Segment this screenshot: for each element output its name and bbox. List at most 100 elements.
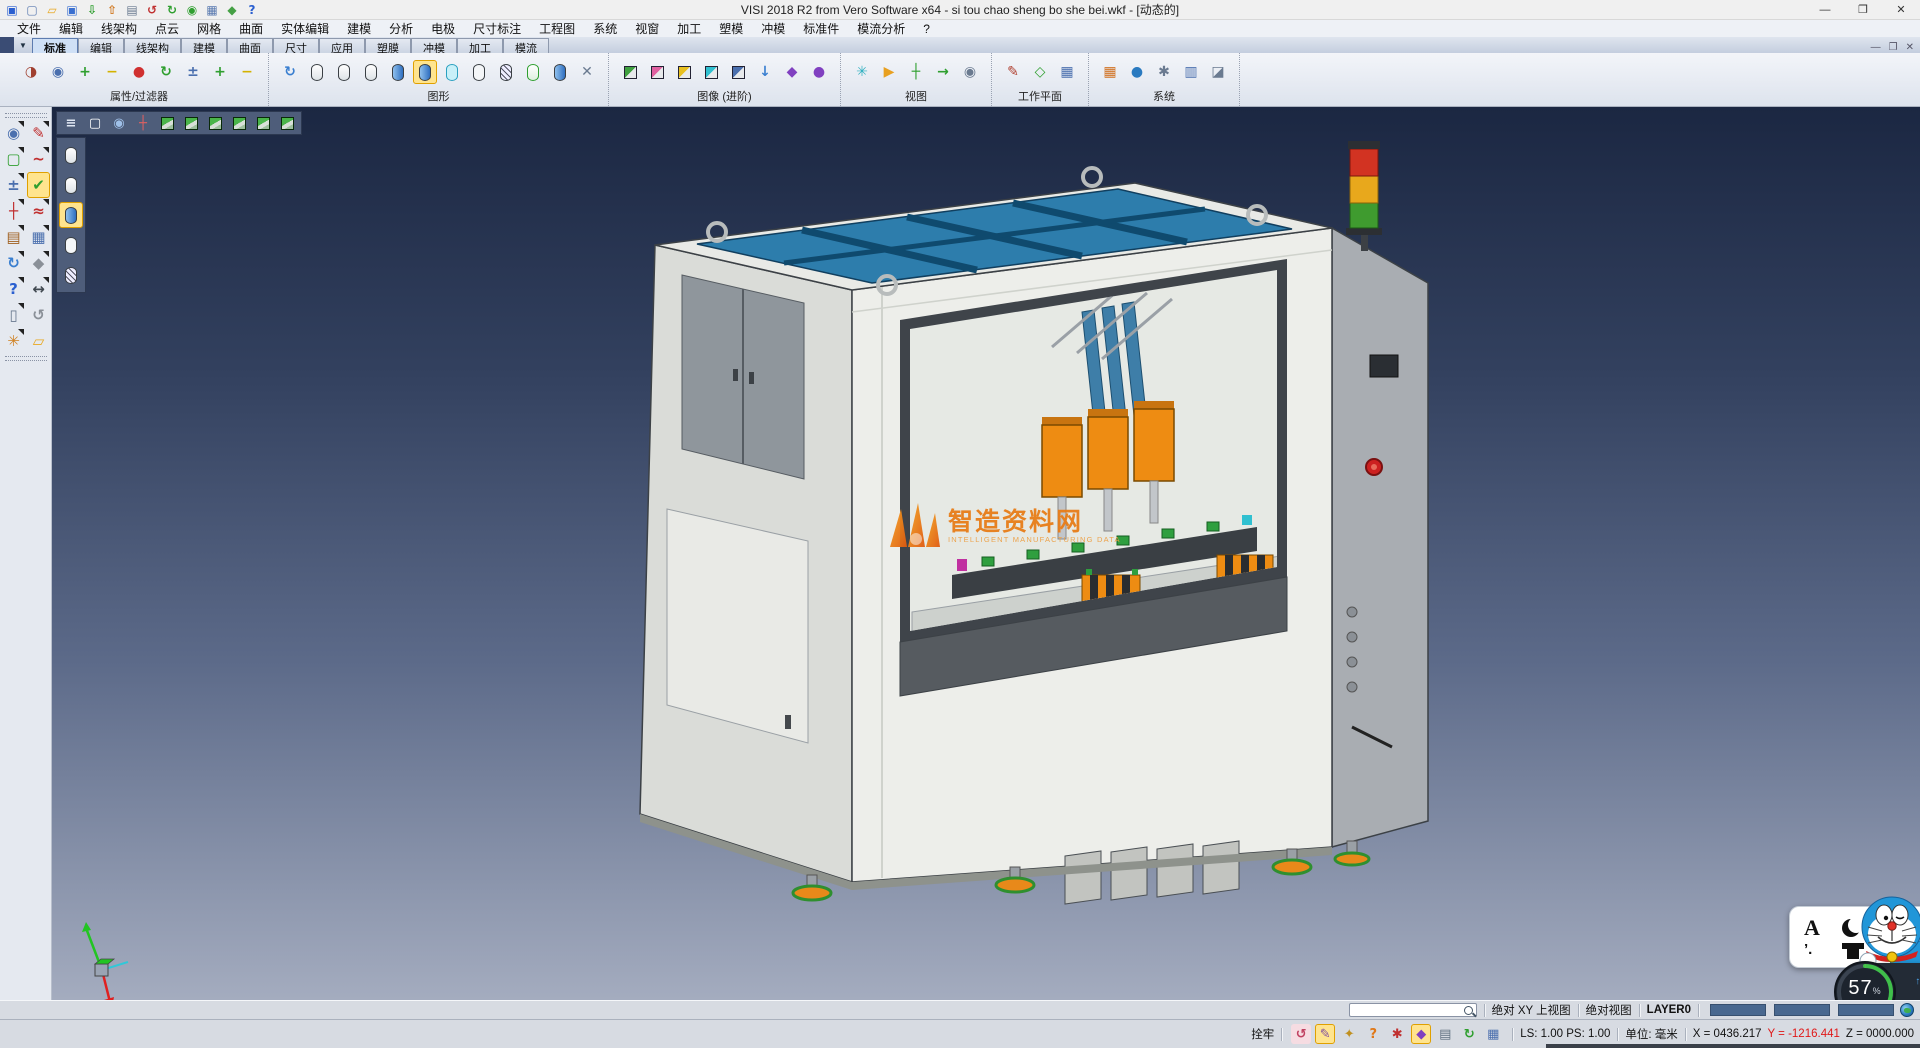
system-globe-icon[interactable]: ● (1125, 60, 1149, 84)
tab-建模[interactable]: 建模 (181, 38, 227, 53)
help-icon[interactable]: ? (244, 2, 260, 18)
menu-系统[interactable]: 系统 (584, 20, 626, 37)
render-pink-cube-icon[interactable] (645, 60, 669, 84)
view-cube-right-icon[interactable] (276, 113, 298, 133)
tab-标准[interactable]: 标准 (32, 38, 78, 53)
system-shade-icon[interactable]: ◪ (1206, 60, 1230, 84)
render-cyan-cube-icon[interactable] (699, 60, 723, 84)
net-speed-widget[interactable]: 57% ↑ 0.2 K/s ↓ 0 K/s (1838, 963, 1920, 1000)
hatched-cylinder-icon[interactable] (494, 60, 518, 84)
view-zoom-icon[interactable]: ◉ (108, 113, 130, 133)
menu-网格[interactable]: 网格 (188, 20, 230, 37)
system-table-icon[interactable]: ▥ (1179, 60, 1203, 84)
new-document-icon[interactable]: ▢ (24, 2, 40, 18)
sketch-edit-icon[interactable]: ✎ (27, 120, 50, 146)
menu-点云[interactable]: 点云 (146, 20, 188, 37)
mode-hatched-icon[interactable] (59, 262, 83, 288)
command-search-box[interactable] (1349, 1003, 1477, 1017)
mode-flat-icon[interactable] (59, 232, 83, 258)
measure-icon[interactable]: ↔ (27, 276, 50, 302)
workplane-edit-icon[interactable]: ✎ (1001, 60, 1025, 84)
open-folder-icon[interactable]: ▱ (44, 2, 60, 18)
filter-plusminus-icon[interactable]: ± (181, 60, 205, 84)
query-help-icon[interactable]: ? (1363, 1024, 1383, 1044)
tab-塑膜[interactable]: 塑膜 (365, 38, 411, 53)
window-grid-icon[interactable]: ▦ (1483, 1024, 1503, 1044)
maximize-button[interactable]: ❐ (1844, 0, 1882, 20)
render-cone-icon[interactable]: ◆ (780, 60, 804, 84)
layer-stack-icon[interactable]: ▤ (1435, 1024, 1455, 1044)
menu-曲面[interactable]: 曲面 (230, 20, 272, 37)
dashed-cylinder-icon[interactable] (359, 60, 383, 84)
visibility-refresh-icon[interactable]: ↻ (154, 60, 178, 84)
color-swatch-1[interactable] (1710, 1004, 1766, 1016)
axes-view-icon[interactable]: ┼ (904, 60, 928, 84)
menu-标准件[interactable]: 标准件 (794, 20, 848, 37)
system-settings-icon[interactable]: ✱ (1152, 60, 1176, 84)
view-cube-top-icon[interactable] (156, 113, 178, 133)
mdi-minimize-button[interactable]: — (1871, 42, 1881, 53)
export-folder-icon[interactable]: ▱ (27, 328, 50, 354)
hidden-line-cylinder-icon[interactable] (332, 60, 356, 84)
view-orientation-label[interactable]: 绝对 XY 上视图 (1492, 1002, 1571, 1018)
globe-icon[interactable] (1900, 1003, 1914, 1017)
tab-编辑[interactable]: 编辑 (78, 38, 124, 53)
help-tool-icon[interactable]: ? (2, 276, 25, 302)
menu-电极[interactable]: 电极 (422, 20, 464, 37)
solids-icon[interactable]: ◆ (224, 2, 240, 18)
render-yellow-cube-icon[interactable] (672, 60, 696, 84)
menu-线架构[interactable]: 线架构 (92, 20, 146, 37)
mode-shaded-icon[interactable] (59, 202, 83, 228)
save-icon[interactable]: ▣ (64, 2, 80, 18)
menu-编辑[interactable]: 编辑 (50, 20, 92, 37)
plane-select-icon[interactable]: ▢ (2, 146, 25, 172)
ucs-icon[interactable]: ┼ (2, 198, 25, 224)
menu-塑模[interactable]: 塑模 (710, 20, 752, 37)
export-icon[interactable]: ⇧ (104, 2, 120, 18)
mode-hidden-line-icon[interactable] (59, 172, 83, 198)
curve-edit-icon[interactable]: ~ (27, 146, 50, 172)
view-menu-icon[interactable]: ≡ (60, 113, 82, 133)
view-plane-icon[interactable]: ▢ (84, 113, 106, 133)
view-cube-left-icon[interactable] (252, 113, 274, 133)
attribute-add-icon[interactable]: + (208, 60, 232, 84)
undo-icon[interactable]: ↺ (144, 2, 160, 18)
scale-label[interactable]: LS: 1.00 PS: 1.00 (1520, 1028, 1610, 1040)
solid-cube-icon[interactable]: ◆ (27, 250, 50, 276)
undo-tool-icon[interactable]: ↺ (27, 302, 50, 328)
print-icon[interactable]: ▤ (124, 2, 140, 18)
redo-icon[interactable]: ↻ (164, 2, 180, 18)
flat-cylinder-icon[interactable] (467, 60, 491, 84)
render-blue-cube-icon[interactable] (726, 60, 750, 84)
display-tools-icon[interactable]: ✕ (575, 60, 599, 84)
tab-线架构[interactable]: 线架构 (124, 38, 181, 53)
filter-add-icon[interactable]: + (73, 60, 97, 84)
punctuation-icon[interactable]: ’. (1804, 941, 1812, 958)
snapshot-icon[interactable]: ◉ (184, 2, 200, 18)
window-pane-icon[interactable]: ▦ (27, 224, 50, 250)
app-icon[interactable]: ▣ (4, 2, 20, 18)
spin-view-icon[interactable]: ✳ (850, 60, 874, 84)
render-multi-cube-icon[interactable] (618, 60, 642, 84)
menu-工程图[interactable]: 工程图 (530, 20, 584, 37)
menu-文件[interactable]: 文件 (8, 20, 50, 37)
mdi-restore-button[interactable]: ❐ (1889, 42, 1898, 53)
render-sphere-icon[interactable]: ● (807, 60, 831, 84)
mdi-close-button[interactable]: ✕ (1906, 42, 1914, 53)
import-icon[interactable]: ⇩ (84, 2, 100, 18)
copy-view-cylinder-icon[interactable] (548, 60, 572, 84)
machine-3d-model[interactable] (52, 107, 1920, 1000)
menu-实体编辑[interactable]: 实体编辑 (272, 20, 338, 37)
menu-加工[interactable]: 加工 (668, 20, 710, 37)
tab-冲模[interactable]: 冲模 (411, 38, 457, 53)
delete-trash-icon[interactable]: ▯ (2, 302, 25, 328)
absolute-view-label[interactable]: 绝对视图 (1586, 1002, 1632, 1018)
pan-view-icon[interactable]: → (931, 60, 955, 84)
active-layer-label[interactable]: LAYER0 (1647, 1004, 1691, 1016)
workplane-grid-icon[interactable]: ▦ (1055, 60, 1079, 84)
render-drop-icon[interactable]: ↓ (753, 60, 777, 84)
mode-wireframe-icon[interactable] (59, 142, 83, 168)
highlight-edit-icon[interactable]: ✎ (1315, 1024, 1335, 1044)
tab-dropdown-button[interactable]: ▼ (14, 38, 32, 53)
translucent-cylinder-icon[interactable] (440, 60, 464, 84)
